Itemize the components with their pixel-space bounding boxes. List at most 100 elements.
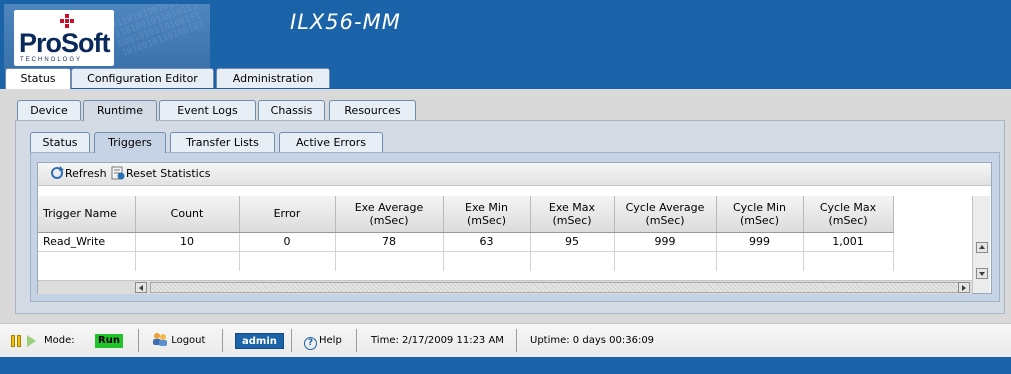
cell-cycle-max: 1,001 (803, 232, 894, 252)
tab-resources[interactable]: Resources (329, 100, 416, 120)
column-header-text: Cycle Average (625, 200, 705, 214)
tab-transfer-lists[interactable]: Transfer Lists (170, 132, 275, 152)
main-content: Device Runtime Event Logs Chassis Resour… (0, 89, 1011, 323)
logo-panel: 0110101001011010110100101101011100010101… (4, 4, 210, 70)
column-header-unit: (mSec) (828, 213, 868, 227)
status-divider (222, 329, 223, 352)
column-header-exe-min[interactable]: Exe Min (mSec) (443, 196, 531, 233)
arrow-right-icon (962, 285, 966, 291)
column-header-count[interactable]: Count (135, 196, 240, 233)
tab-event-logs[interactable]: Event Logs (159, 100, 256, 120)
column-header-unit: (mSec) (552, 213, 592, 227)
column-header-text: Error (273, 207, 301, 221)
play-icon[interactable] (27, 335, 36, 347)
help-icon: ? (304, 337, 317, 350)
scroll-down-button[interactable] (976, 268, 988, 279)
mode-label: Mode: (44, 335, 75, 346)
tab-triggers[interactable]: Triggers (94, 132, 166, 153)
user-badge: admin (235, 333, 284, 349)
prosoft-logo: ProSoft TECHNOLOGY (14, 10, 114, 66)
users-icon (153, 333, 167, 346)
time-display: Time: 2/17/2009 11:23 AM (371, 335, 504, 346)
status-divider (356, 329, 357, 352)
column-header-text: Count (170, 207, 204, 221)
mode-value-badge: Run (95, 334, 123, 348)
empty-row (38, 251, 894, 271)
column-header-unit: (mSec) (739, 213, 780, 227)
horizontal-scrollbar[interactable] (38, 280, 972, 294)
product-title: ILX56-MM (290, 10, 401, 34)
status-divider (138, 329, 139, 352)
scroll-right-button[interactable] (958, 282, 970, 293)
column-header-cycle-average[interactable]: Cycle Average (mSec) (614, 196, 717, 233)
tab-administration[interactable]: Administration (216, 68, 330, 88)
tab-label: Event Logs (177, 104, 238, 117)
refresh-icon (51, 166, 64, 179)
cell-exe-average: 78 (335, 232, 444, 252)
tab-label: Active Errors (295, 136, 367, 149)
logo-subtext: TECHNOLOGY (20, 57, 83, 63)
tab-label: Transfer Lists (186, 136, 259, 149)
reset-statistics-label: Reset Statistics (126, 167, 211, 180)
column-header-text: Exe Max (548, 200, 596, 214)
vertical-scrollbar[interactable] (972, 196, 990, 293)
column-header-text: Exe Average (354, 200, 424, 214)
cell-cycle-min: 999 (716, 232, 804, 252)
reset-statistics-button[interactable]: Reset Statistics (111, 166, 211, 183)
cell-trigger-name: Read_Write (38, 232, 136, 252)
tab-label: Resources (344, 104, 401, 117)
horizontal-scroll-thumb[interactable] (150, 282, 966, 293)
logo-diamond-icon (60, 14, 74, 28)
column-header-text: Trigger Name (43, 207, 117, 221)
column-header-text: Cycle Min (732, 200, 787, 214)
column-header-cycle-max[interactable]: Cycle Max (mSec) (803, 196, 894, 233)
tab-label: Configuration Editor (87, 72, 198, 85)
scroll-left-button[interactable] (135, 282, 147, 293)
tab-device[interactable]: Device (17, 100, 81, 120)
column-header-unit: (mSec) (645, 213, 685, 227)
column-header-unit: (mSec) (369, 213, 409, 227)
cell-cycle-average: 999 (614, 232, 717, 252)
help-button[interactable]: ? Help (304, 324, 342, 358)
column-header-unit: (mSec) (466, 213, 507, 227)
refresh-button[interactable]: Refresh (50, 166, 107, 183)
footer-bar (0, 357, 1011, 374)
cell-error: 0 (239, 232, 336, 252)
column-header-cycle-min[interactable]: Cycle Min (mSec) (716, 196, 804, 233)
arrow-up-icon (979, 245, 985, 249)
table-row[interactable]: Read_Write 10 0 78 63 95 999 999 1,001 (38, 232, 894, 252)
column-header-exe-max[interactable]: Exe Max (mSec) (530, 196, 615, 233)
tab-status[interactable]: Status (5, 68, 71, 89)
logout-label: Logout (171, 335, 206, 346)
logout-button[interactable]: Logout (152, 324, 205, 358)
binary-pattern-decoration: 0110101001011010110100101101011100010101… (110, 4, 206, 59)
status-bar: Mode: Run Logout admin ? Help Time: 2/17/… (0, 323, 1011, 357)
pause-icon[interactable] (11, 335, 23, 347)
help-label: Help (319, 335, 342, 346)
triggers-grid-container: Refresh Reset Statistics Trigger Name Co… (37, 162, 992, 294)
tab-chassis[interactable]: Chassis (258, 100, 325, 120)
tab-active-errors[interactable]: Active Errors (279, 132, 383, 152)
column-header-error[interactable]: Error (239, 196, 336, 233)
tab-label: Device (30, 104, 68, 117)
tab-runtime[interactable]: Runtime (83, 100, 157, 121)
tab-label: Status (20, 72, 56, 85)
column-header-exe-average[interactable]: Exe Average (mSec) (335, 196, 444, 233)
grid-toolbar: Refresh Reset Statistics (38, 163, 991, 186)
uptime-display: Uptime: 0 days 00:36:09 (530, 335, 655, 346)
tab-label: Triggers (108, 136, 152, 149)
arrow-down-icon (979, 272, 985, 276)
tab-configuration-editor[interactable]: Configuration Editor (71, 68, 214, 88)
cell-exe-min: 63 (443, 232, 531, 252)
column-header-trigger-name[interactable]: Trigger Name (38, 196, 136, 233)
cell-count: 10 (135, 232, 240, 252)
reset-statistics-icon (111, 166, 125, 180)
column-header-text: Cycle Max (819, 200, 877, 214)
scroll-up-button[interactable] (976, 242, 988, 253)
table-header-row: Trigger Name Count Error Exe Average (mSe… (38, 196, 894, 233)
logo-text: ProSoft (19, 28, 110, 58)
status-divider (516, 329, 517, 352)
tab-label: Status (42, 136, 78, 149)
status-divider (291, 329, 292, 352)
tab-runtime-status[interactable]: Status (30, 132, 90, 152)
